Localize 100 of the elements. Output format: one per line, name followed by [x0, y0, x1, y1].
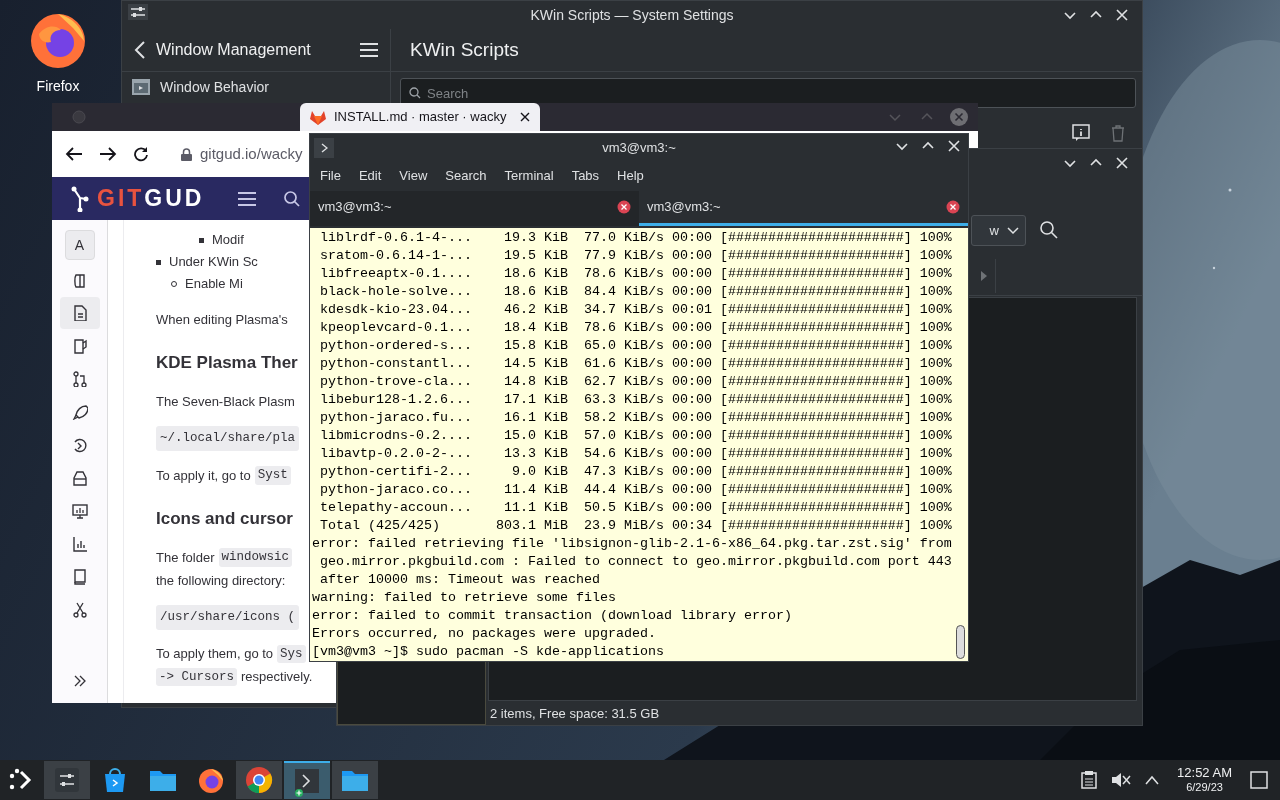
- fork-icon: [71, 185, 89, 212]
- menu-item[interactable]: View: [390, 166, 437, 186]
- show-desktop-icon[interactable]: [1250, 771, 1268, 789]
- book-icon[interactable]: [71, 569, 88, 585]
- list-item-text: Modif: [212, 231, 244, 250]
- clipboard-icon[interactable]: [1081, 771, 1098, 789]
- menu-icon[interactable]: [360, 43, 378, 57]
- paragraph-text: the following directory:: [156, 571, 286, 590]
- terminal-line: error: failed retrieving file 'libsignon-glib-2.1-6-x86_64.pkg.tar.zst.sig' from: [312, 535, 953, 553]
- list-item-text: Enable Mi: [185, 275, 243, 294]
- scissors-icon[interactable]: [71, 602, 88, 618]
- menu-item[interactable]: File: [311, 166, 350, 186]
- lock-icon: [181, 147, 192, 161]
- terminal-line: Errors occurred, no packages were upgraded.: [312, 625, 657, 643]
- terminal-line: python-ordered-s... 15.8 KiB 65.0 KiB/s 00:00 [######################] 100%: [319, 337, 953, 355]
- sliders-icon[interactable]: [128, 4, 148, 20]
- muted-speaker-icon[interactable]: [1111, 771, 1132, 789]
- status-bar-text: 2 items, Free space: 31.5 GB: [490, 705, 660, 724]
- package-icon[interactable]: [71, 470, 88, 486]
- inline-code: Sys: [277, 644, 306, 664]
- scrollbar-thumb[interactable]: [956, 625, 965, 659]
- terminal-line: libebur128-1.2.6... 17.1 KiB 63.3 KiB/s 00:00 [######################] 100%: [319, 391, 953, 409]
- fox-head-icon: [310, 109, 326, 125]
- taskbar-button[interactable]: [44, 761, 90, 799]
- close-icon[interactable]: [520, 112, 530, 122]
- paragraph-text: To apply it, go to: [156, 466, 251, 485]
- reload-icon[interactable]: [133, 146, 149, 162]
- terminal-line: python-jaraco.fu... 16.1 KiB 58.2 KiB/s 00:00 [######################] 100%: [319, 409, 953, 427]
- close-icon[interactable]: [1114, 7, 1130, 23]
- list-item-text: Under KWin Sc: [169, 253, 258, 272]
- chevron-up-icon[interactable]: [1145, 775, 1160, 785]
- browser-tab[interactable]: INSTALL.md · master · wacky: [300, 103, 540, 131]
- menu-item[interactable]: Help: [608, 166, 653, 186]
- taskbar-button[interactable]: [332, 761, 378, 799]
- terminal-line: liblrdf-0.6.1-4-... 19.3 KiB 77.0 KiB/s 00:00 [######################] 100%: [319, 229, 953, 247]
- sidebar-header: Window Management: [156, 40, 312, 60]
- bullet-icon: [199, 237, 204, 243]
- menu-item[interactable]: Tabs: [562, 166, 609, 186]
- search-icon[interactable]: [1040, 221, 1058, 239]
- terminal-line: libmicrodns-0.2.... 15.0 KiB 57.0 KiB/s 00:00 [######################] 100%: [319, 427, 953, 445]
- tricolor-circle-icon: [243, 764, 275, 796]
- desktop-icon-label[interactable]: Firefox: [36, 76, 80, 97]
- avatar[interactable]: A: [64, 230, 95, 260]
- close-tab-icon[interactable]: [617, 200, 631, 214]
- menu-item[interactable]: Search: [436, 166, 496, 186]
- back-icon[interactable]: [65, 146, 83, 162]
- document-icon[interactable]: [71, 305, 88, 321]
- menu-icon[interactable]: [238, 191, 257, 206]
- trash-icon[interactable]: [1110, 124, 1126, 142]
- code-block: /usr/share/icons (: [156, 604, 300, 630]
- menu-item[interactable]: Terminal: [495, 166, 563, 186]
- close-icon[interactable]: [946, 138, 962, 154]
- taskbar-button[interactable]: [236, 761, 282, 799]
- terminal-line: python-trove-cla... 14.8 KiB 62.7 KiB/s 00:00 [######################] 100%: [319, 373, 953, 391]
- terminal-line: black-hole-solve... 18.6 KiB 84.4 KiB/s 00:00 [######################] 100%: [319, 283, 953, 301]
- inline-code: -> Cursors: [156, 667, 237, 687]
- clock-date[interactable]: 6/29/23: [1186, 780, 1223, 794]
- terminal-line: python-certifi-2... 9.0 KiB 47.3 KiB/s 00:00 [######################] 100%: [319, 463, 953, 481]
- info-icon[interactable]: [1072, 124, 1090, 142]
- paragraph-text: The Seven-Black Plasm: [156, 392, 295, 411]
- terminal-line: libavtp-0.2.0-2-... 13.3 KiB 54.6 KiB/s 00:00 [######################] 100%: [319, 445, 953, 463]
- code-block: ~/.local/share/pla: [156, 426, 300, 451]
- merge-icon[interactable]: [71, 371, 88, 387]
- terminal-line: kdesdk-kio-23.04... 46.2 KiB 34.7 KiB/s 00:01 [######################] 100%: [319, 301, 953, 319]
- window-icon: [132, 79, 150, 95]
- terminal-line: warning: failed to retrieve some files: [312, 589, 617, 607]
- taskbar-button[interactable]: [284, 761, 330, 799]
- address-bar[interactable]: gitgud.io/wacky: [181, 142, 303, 166]
- menu-item[interactable]: Edit: [349, 166, 391, 186]
- bullet-icon: [156, 259, 161, 265]
- view-dropdown[interactable]: w: [971, 215, 1026, 246]
- sidebar-item[interactable]: Window Behavior: [122, 72, 390, 102]
- issue-icon[interactable]: [71, 338, 88, 354]
- terminal-tab[interactable]: vm3@vm3:~: [639, 191, 968, 226]
- terminal-line: python-jaraco.co... 11.4 KiB 44.4 KiB/s 00:00 [######################] 100%: [319, 481, 953, 499]
- terminal-line: libfreeaptx-0.1.... 18.6 KiB 78.6 KiB/s 00:00 [######################] 100%: [319, 265, 953, 283]
- terminal-app-icon[interactable]: [314, 138, 334, 158]
- close-tab-icon[interactable]: [946, 200, 960, 214]
- forward-icon[interactable]: [99, 146, 117, 162]
- paragraph-text: respectively.: [241, 668, 313, 687]
- page-title: KWin Scripts: [410, 37, 519, 62]
- window-title: KWin Scripts — System Settings: [530, 5, 734, 25]
- section-heading: Icons and cursor: [156, 507, 293, 530]
- terminal-line: Total (425/425) 803.1 MiB 23.9 MiB/s 00:34 [######################] 100%: [319, 517, 953, 535]
- paragraph-text: To apply them, go to: [156, 645, 274, 664]
- chart-icon[interactable]: [71, 536, 88, 552]
- terminal-line: after 10000 ms: Timeout was reached: [319, 571, 601, 589]
- clock-time[interactable]: 12:52 AM: [1177, 766, 1232, 780]
- close-icon[interactable]: [1114, 155, 1130, 171]
- terminal-line: [vm3@vm3 ~]$ sudo pacman -S kde-applications: [312, 643, 665, 661]
- terminal-line: error: failed to commit transaction (download library error): [312, 607, 793, 625]
- paragraph-text: The folder: [156, 548, 215, 567]
- search-icon[interactable]: [284, 190, 301, 207]
- logo-text[interactable]: GITGUD: [97, 181, 205, 216]
- play-arrow-icon[interactable]: [980, 271, 987, 281]
- monitor-icon[interactable]: [71, 503, 88, 519]
- window-title: vm3@vm3:~: [602, 138, 676, 157]
- terminal-line: kpeoplevcard-0.1... 18.4 KiB 78.6 KiB/s 00:00 [######################] 100%: [319, 319, 953, 337]
- double-chevron-icon[interactable]: [73, 675, 86, 687]
- terminal-line: telepathy-accoun... 11.1 KiB 50.5 KiB/s 00:00 [######################] 100%: [319, 499, 953, 517]
